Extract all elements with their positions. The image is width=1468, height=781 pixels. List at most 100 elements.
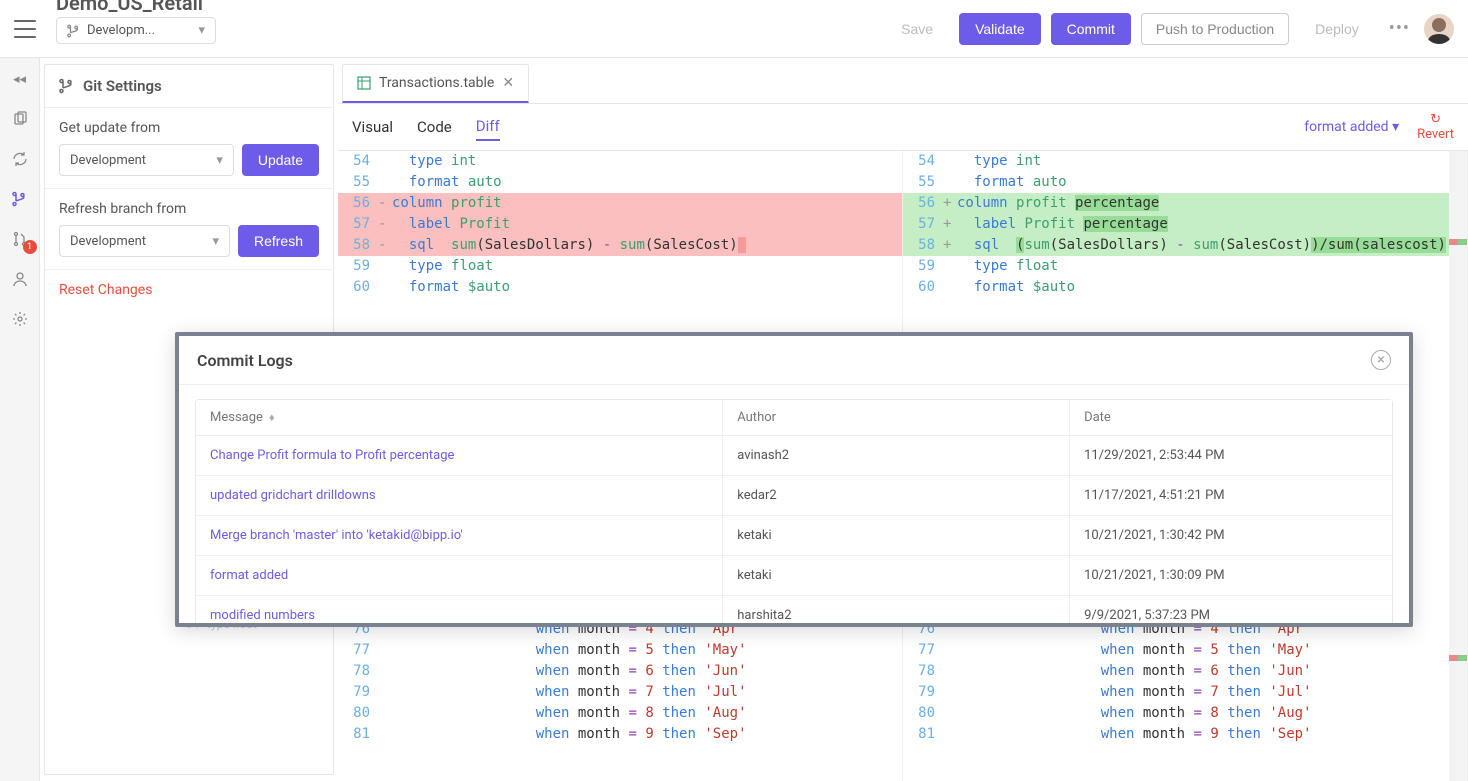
app-header: Demo_US_Retail Developm... ▾ Save Valida…	[0, 0, 1468, 58]
commit-message[interactable]: Change Profit formula to Profit percenta…	[196, 436, 722, 476]
sort-icon: ♦	[269, 411, 275, 424]
more-icon[interactable]: •••	[1385, 14, 1414, 43]
collapse-icon[interactable]: ◂◂	[9, 68, 31, 90]
pull-request-icon[interactable]: 1	[9, 228, 31, 250]
commit-author: avinash2	[722, 436, 1069, 476]
code-line[interactable]: 79 when month = 7 then 'Jul'	[903, 682, 1467, 703]
commit-message[interactable]: Merge branch 'master' into 'ketakid@bipp…	[196, 516, 722, 556]
code-line[interactable]: 59 type float	[338, 256, 902, 277]
commit-logs-table: Message♦ Author Date Change Profit formu…	[195, 399, 1393, 623]
commit-date: 11/17/2021, 4:51:21 PM	[1069, 476, 1392, 516]
revert-label: Revert	[1417, 127, 1454, 142]
file-tab-label: Transactions.table	[379, 75, 494, 91]
code-line[interactable]: 80 when month = 8 then 'Aug'	[338, 703, 902, 724]
refresh-from-label: Refresh branch from	[59, 201, 319, 217]
tab-code[interactable]: Code	[417, 114, 452, 140]
commit-author: kedar2	[722, 476, 1069, 516]
revert-button[interactable]: ↻ Revert	[1417, 112, 1454, 142]
code-line[interactable]: 78 when month = 6 then 'Jun'	[903, 661, 1467, 682]
code-line[interactable]: 57- label Profit	[338, 214, 902, 235]
format-added-label: format added	[1304, 119, 1388, 135]
update-branch-select[interactable]: Development ▾	[59, 144, 234, 176]
code-line[interactable]: 55 format auto	[903, 172, 1467, 193]
code-line[interactable]: 77 when month = 5 then 'May'	[338, 640, 902, 661]
git-icon[interactable]	[9, 188, 31, 210]
commit-row[interactable]: modified numbersharshita29/9/2021, 5:37:…	[196, 596, 1392, 623]
save-button[interactable]: Save	[885, 13, 949, 45]
caret-down-icon: ▾	[1392, 119, 1399, 135]
commit-row[interactable]: Merge branch 'master' into 'ketakid@bipp…	[196, 516, 1392, 556]
push-button[interactable]: Push to Production	[1141, 13, 1289, 45]
refresh-button[interactable]: Refresh	[238, 225, 319, 257]
commit-date: 10/21/2021, 1:30:09 PM	[1069, 556, 1392, 596]
panel-title-text: Git Settings	[83, 77, 162, 95]
code-line[interactable]: 56+column profit percentage	[903, 193, 1467, 214]
project-title: Demo_US_Retail	[56, 0, 216, 15]
menu-toggle-icon[interactable]	[14, 20, 36, 38]
col-author[interactable]: Author	[722, 400, 1069, 436]
code-line[interactable]: 58+ sql (sum(SalesDollars) - sum(SalesCo…	[903, 235, 1467, 256]
commit-author: ketaki	[722, 556, 1069, 596]
code-line[interactable]: 58- sql sum(SalesDollars) - sum(SalesCos…	[338, 235, 902, 256]
code-line[interactable]: 60 format $auto	[338, 277, 902, 298]
code-line[interactable]: 55 format auto	[338, 172, 902, 193]
code-line[interactable]: 56-column profit	[338, 193, 902, 214]
rail-badge: 1	[23, 240, 37, 254]
settings-icon[interactable]	[9, 308, 31, 330]
git-branch-icon	[59, 78, 75, 94]
deploy-button[interactable]: Deploy	[1299, 13, 1375, 45]
close-tab-icon[interactable]: ✕	[502, 75, 514, 91]
file-tab[interactable]: Transactions.table ✕	[342, 64, 529, 103]
code-line[interactable]: 54 type int	[338, 151, 902, 172]
commit-date: 9/9/2021, 5:37:23 PM	[1069, 596, 1392, 623]
col-date[interactable]: Date	[1069, 400, 1392, 436]
commit-button[interactable]: Commit	[1051, 13, 1131, 45]
copy-icon[interactable]	[9, 108, 31, 130]
code-line[interactable]: 57+ label Profit percentage	[903, 214, 1467, 235]
caret-down-icon: ▾	[198, 23, 205, 38]
code-line[interactable]: 81 when month = 9 then 'Sep'	[903, 724, 1467, 745]
commit-message[interactable]: format added	[196, 556, 722, 596]
refresh-icon[interactable]	[9, 148, 31, 170]
commit-date: 10/21/2021, 1:30:42 PM	[1069, 516, 1392, 556]
user-icon[interactable]	[9, 268, 31, 290]
commit-logs-panel: Commit Logs ✕ Message♦ Author Date Chang…	[175, 332, 1413, 627]
code-line[interactable]: 60 format $auto	[903, 277, 1467, 298]
panel-title: Git Settings	[45, 65, 333, 108]
minimap[interactable]	[1449, 151, 1467, 781]
commit-logs-title: Commit Logs	[197, 351, 293, 370]
refresh-branch-select[interactable]: Development ▾	[59, 225, 230, 257]
revert-icon: ↻	[1430, 112, 1441, 127]
code-line[interactable]: 54 type int	[903, 151, 1467, 172]
table-icon	[357, 76, 371, 90]
tab-visual[interactable]: Visual	[352, 114, 393, 140]
commit-row[interactable]: updated gridchart drilldownskedar211/17/…	[196, 476, 1392, 516]
commit-author: harshita2	[722, 596, 1069, 623]
col-message[interactable]: Message♦	[196, 400, 722, 436]
validate-button[interactable]: Validate	[959, 13, 1041, 45]
update-branch-value: Development	[70, 153, 146, 168]
close-commit-logs-icon[interactable]: ✕	[1371, 350, 1391, 370]
tab-diff[interactable]: Diff	[476, 113, 500, 141]
code-line[interactable]: 80 when month = 8 then 'Aug'	[903, 703, 1467, 724]
commit-row[interactable]: format addedketaki10/21/2021, 1:30:09 PM	[196, 556, 1392, 596]
commit-author: ketaki	[722, 516, 1069, 556]
code-line[interactable]: 79 when month = 7 then 'Jul'	[338, 682, 902, 703]
commit-message[interactable]: modified numbers	[196, 596, 722, 623]
user-avatar[interactable]	[1424, 14, 1454, 44]
caret-down-icon: ▾	[212, 234, 219, 249]
branch-selector[interactable]: Developm... ▾	[56, 17, 216, 44]
commit-message[interactable]: updated gridchart drilldowns	[196, 476, 722, 516]
git-branch-icon	[67, 24, 81, 38]
update-button[interactable]: Update	[242, 144, 319, 176]
code-line[interactable]: 77 when month = 5 then 'May'	[903, 640, 1467, 661]
icon-rail: ◂◂ 1	[0, 58, 40, 781]
code-line[interactable]: 81 when month = 9 then 'Sep'	[338, 724, 902, 745]
caret-down-icon: ▾	[216, 153, 223, 168]
code-line[interactable]: 78 when month = 6 then 'Jun'	[338, 661, 902, 682]
format-added-dropdown[interactable]: format added ▾	[1304, 119, 1399, 135]
commit-row[interactable]: Change Profit formula to Profit percenta…	[196, 436, 1392, 476]
commit-date: 11/29/2021, 2:53:44 PM	[1069, 436, 1392, 476]
code-line[interactable]: 59 type float	[903, 256, 1467, 277]
reset-changes-link[interactable]: Reset Changes	[45, 270, 333, 310]
